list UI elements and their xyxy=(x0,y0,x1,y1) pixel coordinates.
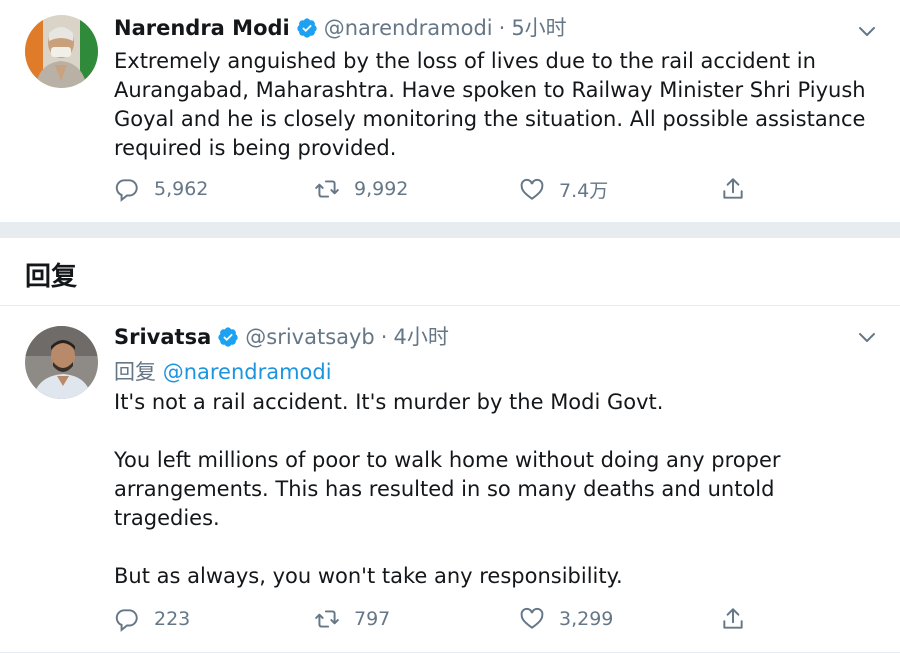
like-button[interactable]: 3,299 xyxy=(519,606,613,632)
avatar[interactable] xyxy=(25,15,98,88)
tweet-actions: 5,962 9,992 7.4万 xyxy=(114,176,834,206)
tweet-paragraph: You left millions of poor to walk home w… xyxy=(114,448,781,530)
retweet-count: 797 xyxy=(354,608,391,630)
share-button[interactable] xyxy=(720,606,760,632)
reply-tweet[interactable]: Srivatsa @srivatsayb · 4小时 回复 @narendram… xyxy=(0,305,900,653)
author-handle[interactable]: @narendramodi xyxy=(324,14,493,42)
reply-icon xyxy=(115,609,138,632)
retweet-button[interactable]: 9,992 xyxy=(314,176,408,202)
avatar[interactable] xyxy=(25,326,98,399)
retweet-count: 9,992 xyxy=(354,178,409,200)
share-icon xyxy=(723,178,743,199)
author-handle[interactable]: @srivatsayb xyxy=(245,323,375,351)
tweet-paragraph: It's not a rail accident. It's murder by… xyxy=(114,390,664,414)
reply-mention-link[interactable]: @narendramodi xyxy=(163,360,332,384)
reply-button[interactable]: 5,962 xyxy=(114,176,208,202)
timestamp[interactable]: 4小时 xyxy=(393,323,448,351)
retweet-icon xyxy=(315,610,339,628)
verified-badge-icon xyxy=(217,326,239,348)
chevron-down-icon[interactable] xyxy=(858,22,876,40)
tweet-header: Srivatsa @srivatsayb · 4小时 xyxy=(114,323,449,351)
retweet-icon xyxy=(315,180,339,198)
reply-count: 223 xyxy=(154,608,191,630)
tweet-text: It's not a rail accident. It's murder by… xyxy=(114,388,874,591)
like-count: 7.4万 xyxy=(559,180,609,202)
author-name[interactable]: Srivatsa xyxy=(114,323,211,351)
replies-title: 回复 xyxy=(25,262,78,292)
tweet-text: Extremely anguished by the loss of lives… xyxy=(114,49,866,160)
reply-count: 5,962 xyxy=(154,178,209,200)
like-count: 3,299 xyxy=(559,608,614,630)
reply-icon xyxy=(115,179,138,202)
chevron-down-icon[interactable] xyxy=(858,328,876,346)
reply-prefix: 回复 xyxy=(114,360,156,384)
timestamp[interactable]: 5小时 xyxy=(511,14,566,42)
separator: · xyxy=(380,325,388,349)
tweet-paragraph: But as always, you won't take any respon… xyxy=(114,564,623,588)
share-button[interactable] xyxy=(720,176,760,202)
verified-badge-icon xyxy=(296,17,318,39)
section-divider xyxy=(0,222,900,238)
like-icon xyxy=(520,607,544,629)
author-name[interactable]: Narendra Modi xyxy=(114,14,290,42)
tweet-actions: 223 797 3,299 xyxy=(114,606,834,636)
reply-button[interactable]: 223 xyxy=(114,606,190,632)
share-icon xyxy=(723,608,743,629)
like-icon xyxy=(520,178,544,200)
retweet-button[interactable]: 797 xyxy=(314,606,390,632)
replying-to: 回复 @narendramodi xyxy=(114,358,332,387)
separator: · xyxy=(498,16,506,40)
main-tweet[interactable]: Narendra Modi @narendramodi · 5小时 Extrem… xyxy=(0,0,900,223)
replies-header: 回复 xyxy=(0,238,900,304)
like-button[interactable]: 7.4万 xyxy=(519,176,608,203)
tweet-header: Narendra Modi @narendramodi · 5小时 xyxy=(114,14,567,42)
